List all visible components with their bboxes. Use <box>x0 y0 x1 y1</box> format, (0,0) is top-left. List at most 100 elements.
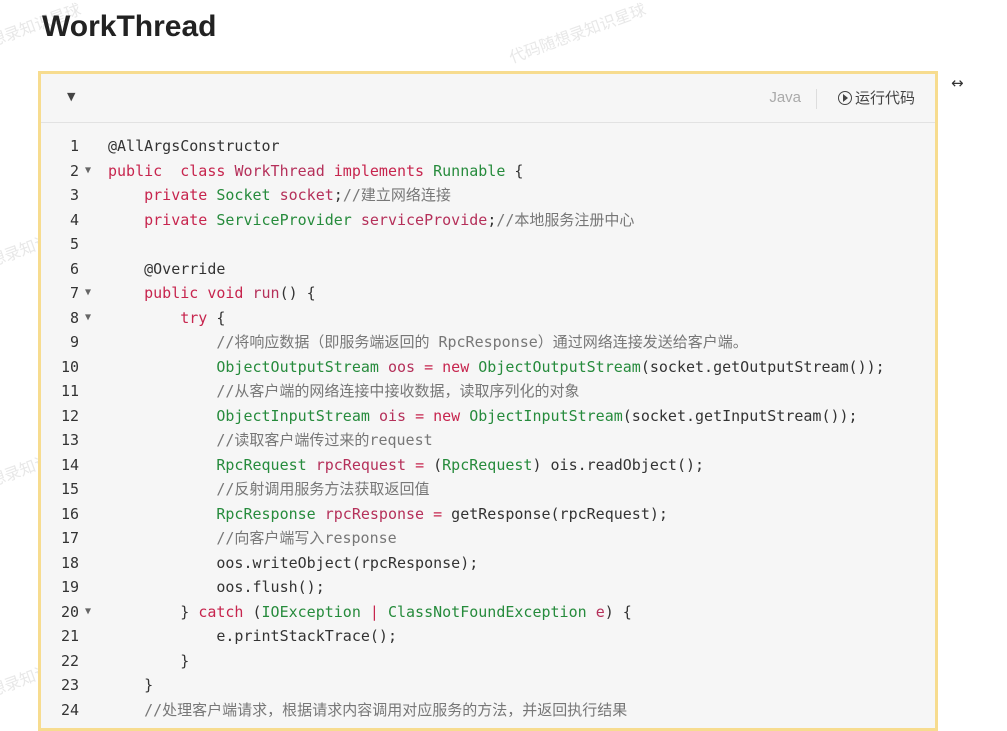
line-number: 15 <box>60 480 79 498</box>
line-number: 3 <box>69 186 79 204</box>
code-line: 23 } <box>41 673 935 698</box>
code-token: ObjectInputStream <box>469 406 623 425</box>
code-token: class <box>180 161 226 180</box>
language-label: Java <box>769 89 801 106</box>
code-token: RpcRequest <box>216 455 307 474</box>
code-token: rpcRequest <box>315 455 407 474</box>
line-number: 5 <box>69 235 79 253</box>
code-token: ClassNotFoundException <box>387 602 587 621</box>
code-line: 18 oos.writeObject(rpcResponse); <box>41 551 935 576</box>
caret-down-icon[interactable]: ▼ <box>67 90 75 103</box>
code-token: WorkThread <box>234 161 325 180</box>
code-token: ois <box>378 406 407 425</box>
code-token: implements <box>333 161 425 180</box>
code-token: RpcResponse <box>216 504 316 523</box>
code-line: 2 ▼ public class WorkThread implements Run… <box>41 159 935 184</box>
code-token: = <box>433 504 443 523</box>
line-number: 19 <box>60 578 79 596</box>
fold-toggle-icon[interactable]: ▼ <box>85 306 91 331</box>
code-token: (socket. <box>640 357 714 376</box>
code-text: //处理客户端请求，根据请求内容调用对应服务的方法，并返回执行结果 <box>108 698 627 723</box>
code-line: 9 //将响应数据（即服务端返回的 RpcResponse）通过网络连接发送给客… <box>41 330 935 355</box>
code-token: socket <box>279 186 334 204</box>
code-token: e <box>595 602 605 621</box>
code-token: oos <box>387 357 416 376</box>
code-line: 13 //读取客户端传过来的request <box>41 428 935 453</box>
code-text: } <box>108 649 189 674</box>
expand-width-icon[interactable]: ↔ <box>951 74 964 92</box>
code-line: 3 private Socket socket;//建立网络连接 <box>41 183 935 208</box>
code-text: e.printStackTrace(); <box>108 624 397 649</box>
code-line: 19 oos.flush(); <box>41 575 935 600</box>
code-token: catch <box>198 602 244 621</box>
code-token: try <box>180 308 208 327</box>
line-number: 23 <box>60 676 79 694</box>
code-text: //读取客户端传过来的request <box>108 428 432 453</box>
line-number: 20 <box>60 602 79 621</box>
fold-toggle-icon[interactable]: ▼ <box>85 281 91 306</box>
code-token: Runnable <box>433 161 506 180</box>
run-code-button[interactable]: 运行代码 <box>837 87 915 108</box>
code-text: private Socket socket;//建立网络连接 <box>108 183 451 208</box>
code-token: @Override <box>144 259 226 278</box>
play-icon <box>837 90 852 105</box>
fold-toggle-icon[interactable]: ▼ <box>85 600 91 625</box>
code-token: } <box>108 676 154 694</box>
code-token: } <box>108 651 190 670</box>
code-token: //处理客户端请求，根据请求内容调用对应服务的方法，并返回执行结果 <box>144 700 628 719</box>
line-number: 11 <box>60 382 79 400</box>
code-token: //建立网络连接 <box>342 186 451 204</box>
code-text: } <box>108 673 153 698</box>
line-number: 22 <box>60 651 79 670</box>
line-number: 1 <box>69 137 79 155</box>
code-text: public void run() { <box>108 281 316 306</box>
code-token: serviceProvide <box>360 210 488 229</box>
line-number: 24 <box>60 700 79 719</box>
code-token: ObjectInputStream <box>216 406 370 425</box>
code-token: oos.flush(); <box>108 578 325 596</box>
code-token: ObjectOutputStream <box>216 357 379 376</box>
code-token: //向客户端写入response <box>216 529 397 547</box>
code-token: getOutputStream()); <box>713 357 885 376</box>
line-number: 16 <box>60 504 79 523</box>
fold-toggle-icon[interactable]: ▼ <box>85 159 91 184</box>
code-line: 4 private ServiceProvider serviceProvide… <box>41 208 935 233</box>
code-token: //从客户端的网络连接中接收数据，读取序列化的对象 <box>216 382 580 400</box>
code-line: 16 RpcResponse rpcResponse = getResponse… <box>41 502 935 527</box>
code-text: @Override <box>108 257 225 282</box>
code-text: ObjectInputStream ois = new ObjectInputS… <box>108 404 857 429</box>
code-line: 10 ObjectOutputStream oos = new ObjectOu… <box>41 355 935 380</box>
code-text: //向客户端写入response <box>108 526 397 551</box>
code-text: try { <box>108 306 225 331</box>
code-token: e.printStackTrace(); <box>108 627 397 645</box>
code-text: RpcResponse rpcResponse = getResponse(rp… <box>108 502 668 527</box>
code-token: private <box>144 186 208 204</box>
code-text: //反射调用服务方法获取返回值 <box>108 477 429 502</box>
line-number: 7 <box>69 284 79 302</box>
code-token: rpcResponse <box>324 504 425 523</box>
code-token: run <box>252 284 280 302</box>
code-token: private <box>144 210 208 229</box>
line-number: 8 <box>69 308 79 327</box>
code-token: public <box>144 284 199 302</box>
code-token: ( <box>424 455 443 474</box>
code-token: ) { <box>604 602 632 621</box>
line-number: 6 <box>69 259 79 278</box>
